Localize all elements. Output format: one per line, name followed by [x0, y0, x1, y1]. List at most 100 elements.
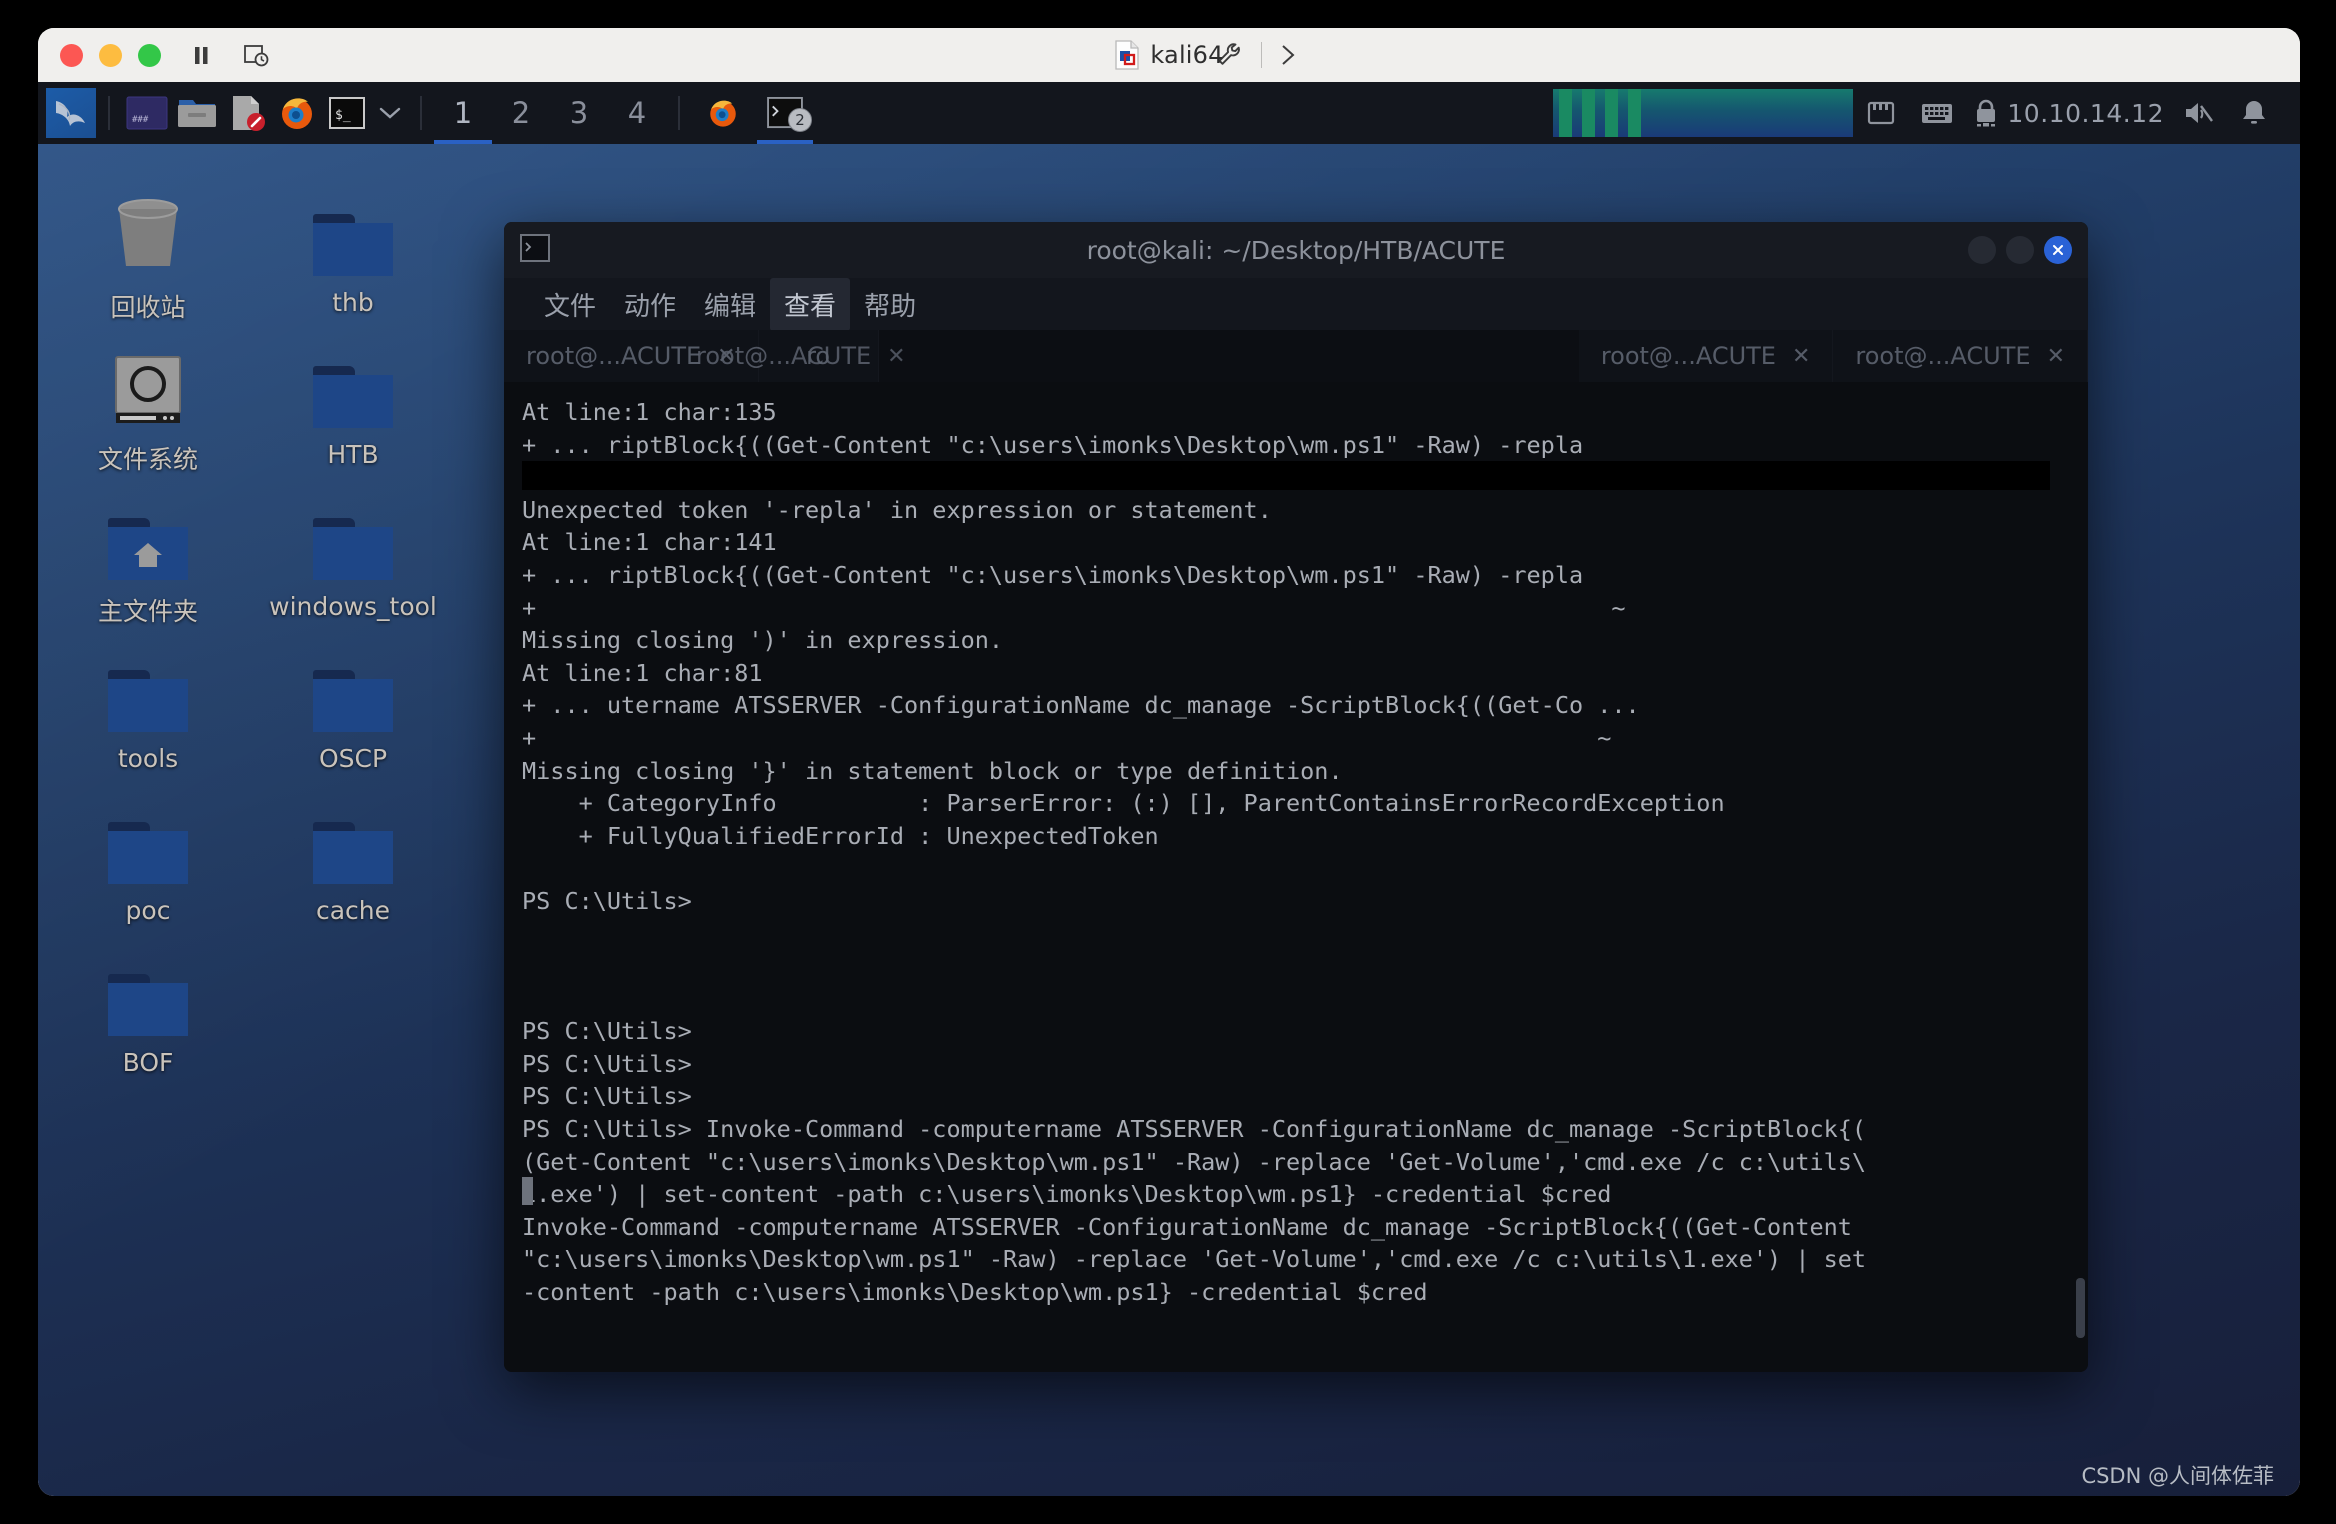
vm-settings-button[interactable]: [1215, 40, 1245, 70]
keyboard-tray-button[interactable]: [1909, 82, 1965, 144]
pause-vm-icon: [195, 47, 208, 64]
folder-icon: [313, 798, 393, 884]
terminal-output: At line:1 char:135 + ... riptBlock{((Get…: [522, 398, 1867, 1307]
terminal-window: root@kali: ~/Desktop/HTB/ACUTE 文件 动作 编辑 …: [504, 222, 2088, 1372]
workspace-3[interactable]: 3: [550, 82, 608, 144]
workspace-1[interactable]: 1: [434, 82, 492, 144]
shell-menu-launcher[interactable]: $_: [322, 88, 372, 138]
menu-help[interactable]: 帮助: [850, 278, 930, 331]
chevron-down-icon: [379, 107, 401, 119]
terminal-scrollbar-thumb[interactable]: [2076, 1278, 2085, 1338]
workspace-2[interactable]: 2: [492, 82, 550, 144]
window-traffic-lights: [60, 43, 161, 67]
desktop-icon-poc[interactable]: poc: [48, 798, 248, 925]
menu-file[interactable]: 文件: [530, 278, 610, 331]
vmware-window: kali64 ### $_ 1 2 3 4 2 10.10.14.12 回收站 …: [38, 28, 2300, 1496]
firefox-window-button[interactable]: [692, 82, 754, 144]
folder-icon: [313, 646, 393, 732]
desktop-icon-label: tools: [117, 744, 179, 773]
shell-prompt-icon: $_: [329, 97, 365, 129]
notification-bell-icon: [2243, 101, 2265, 124]
terminal-tab-overlay[interactable]: root@...ACUTE ✕: [674, 330, 928, 382]
folder-icon: [313, 190, 393, 276]
keyboard-layout-icon: [1922, 104, 1953, 123]
folder-icon: [108, 950, 188, 1036]
tab-close-icon[interactable]: ✕: [887, 344, 905, 369]
system-monitor-widget[interactable]: [1553, 89, 1854, 137]
desktop-icon-filesystem[interactable]: 文件系统: [48, 342, 248, 476]
firefox-launcher[interactable]: [272, 88, 322, 138]
vpn-tray-button[interactable]: [1965, 82, 2007, 144]
watermark: CSDN @人间体佐菲: [2081, 1464, 2274, 1488]
volume-muted-icon: [2186, 103, 2213, 123]
terminal-window-icon: ###: [126, 96, 168, 130]
maximize-window-button[interactable]: [138, 43, 161, 67]
notifications-tray-button[interactable]: [2226, 82, 2282, 144]
wrench-settings-icon: [1218, 43, 1240, 65]
firefox-icon: [710, 100, 736, 127]
terminal-tabbar: root@...ACUTE ✕ root@...ACUTE root@...AC…: [504, 330, 2088, 382]
kali-dragon-logo: [56, 101, 85, 126]
desktop-icon-label: 文件系统: [97, 445, 198, 474]
terminal-tab-4[interactable]: root@...ACUTE ✕: [1833, 330, 2088, 382]
desktop-icon-label: BOF: [122, 1048, 174, 1077]
terminal-window-icon: [520, 234, 550, 266]
terminal-selection-highlight: [522, 461, 2050, 490]
home-folder-icon: [108, 494, 188, 580]
terminal-tab-3[interactable]: root@...ACUTE ✕: [1578, 330, 1834, 382]
desktop-icon-htb[interactable]: HTB: [253, 342, 453, 469]
text-editor-launcher[interactable]: [222, 88, 272, 138]
desktop-icon-bof[interactable]: BOF: [48, 950, 248, 1077]
desktop-icon-cache[interactable]: cache: [253, 798, 453, 925]
desktop-icon-thb[interactable]: thb: [253, 190, 453, 317]
chevron-right-icon: [1282, 45, 1295, 65]
folder-icon: [178, 100, 216, 127]
network-icon: [1868, 101, 1895, 125]
desktop-icon-home[interactable]: 主文件夹: [48, 494, 248, 628]
desktop-icon-windows-tool[interactable]: windows_tool: [253, 494, 453, 621]
close-window-button[interactable]: [60, 43, 83, 67]
vm-snapshot-button[interactable]: [241, 41, 271, 69]
desktop-icon-oscp[interactable]: OSCP: [253, 646, 453, 773]
terminal-minimize-button[interactable]: [1968, 236, 1996, 264]
panel-divider-2: [420, 96, 422, 130]
menu-action[interactable]: 动作: [610, 278, 690, 331]
minimize-window-button[interactable]: [99, 43, 122, 67]
folder-icon: [108, 798, 188, 884]
kali-menu-button[interactable]: [46, 88, 96, 138]
menu-view[interactable]: 查看: [770, 277, 851, 331]
kali-desktop: ### $_ 1 2 3 4 2 10.10.14.12 回收站 thb 文件系…: [38, 82, 2300, 1496]
file-manager-launcher[interactable]: [172, 88, 222, 138]
menu-edit[interactable]: 编辑: [690, 278, 770, 331]
terminal-title-text: root@kali: ~/Desktop/HTB/ACUTE: [1086, 235, 1506, 265]
firefox-icon: [282, 98, 312, 129]
terminal-window-buttons: [1968, 236, 2088, 264]
desktop-icon-label: cache: [315, 896, 391, 925]
toolbar-divider: [1261, 42, 1262, 68]
terminal-close-button[interactable]: [2044, 236, 2072, 264]
tab-close-icon[interactable]: ✕: [2047, 344, 2065, 369]
drive-icon: [110, 342, 186, 428]
volume-tray-button[interactable]: [2170, 82, 2226, 144]
vm-expand-button[interactable]: [1276, 41, 1300, 69]
close-icon: [2053, 245, 2063, 255]
svg-text:###: ###: [132, 115, 149, 125]
panel-divider-3: [678, 96, 680, 130]
vmware-titlebar[interactable]: kali64: [38, 28, 2300, 82]
vm-pause-button[interactable]: [187, 41, 215, 69]
desktop-icon-trash[interactable]: 回收站: [48, 190, 248, 324]
terminal-maximize-button[interactable]: [2006, 236, 2034, 264]
terminal-content[interactable]: At line:1 char:135 + ... riptBlock{((Get…: [504, 382, 2088, 1372]
shell-menu-chevron-button[interactable]: [372, 88, 408, 138]
terminal-launcher[interactable]: ###: [122, 88, 172, 138]
kali-taskbar: ### $_ 1 2 3 4 2 10.10.14.12: [38, 82, 2300, 144]
desktop-icon-tools[interactable]: tools: [48, 646, 248, 773]
terminal-titlebar[interactable]: root@kali: ~/Desktop/HTB/ACUTE: [504, 222, 2088, 278]
terminal-window-button[interactable]: 2: [754, 82, 816, 144]
terminal-menubar: 文件 动作 编辑 查看 帮助: [504, 277, 2088, 331]
desktop-icon-label: windows_tool: [269, 592, 437, 621]
workspace-4[interactable]: 4: [608, 82, 666, 144]
network-tray-button[interactable]: [1853, 82, 1909, 144]
tab-close-icon[interactable]: ✕: [1792, 344, 1810, 369]
tab-label: root@...ACUTE: [1855, 342, 2031, 370]
